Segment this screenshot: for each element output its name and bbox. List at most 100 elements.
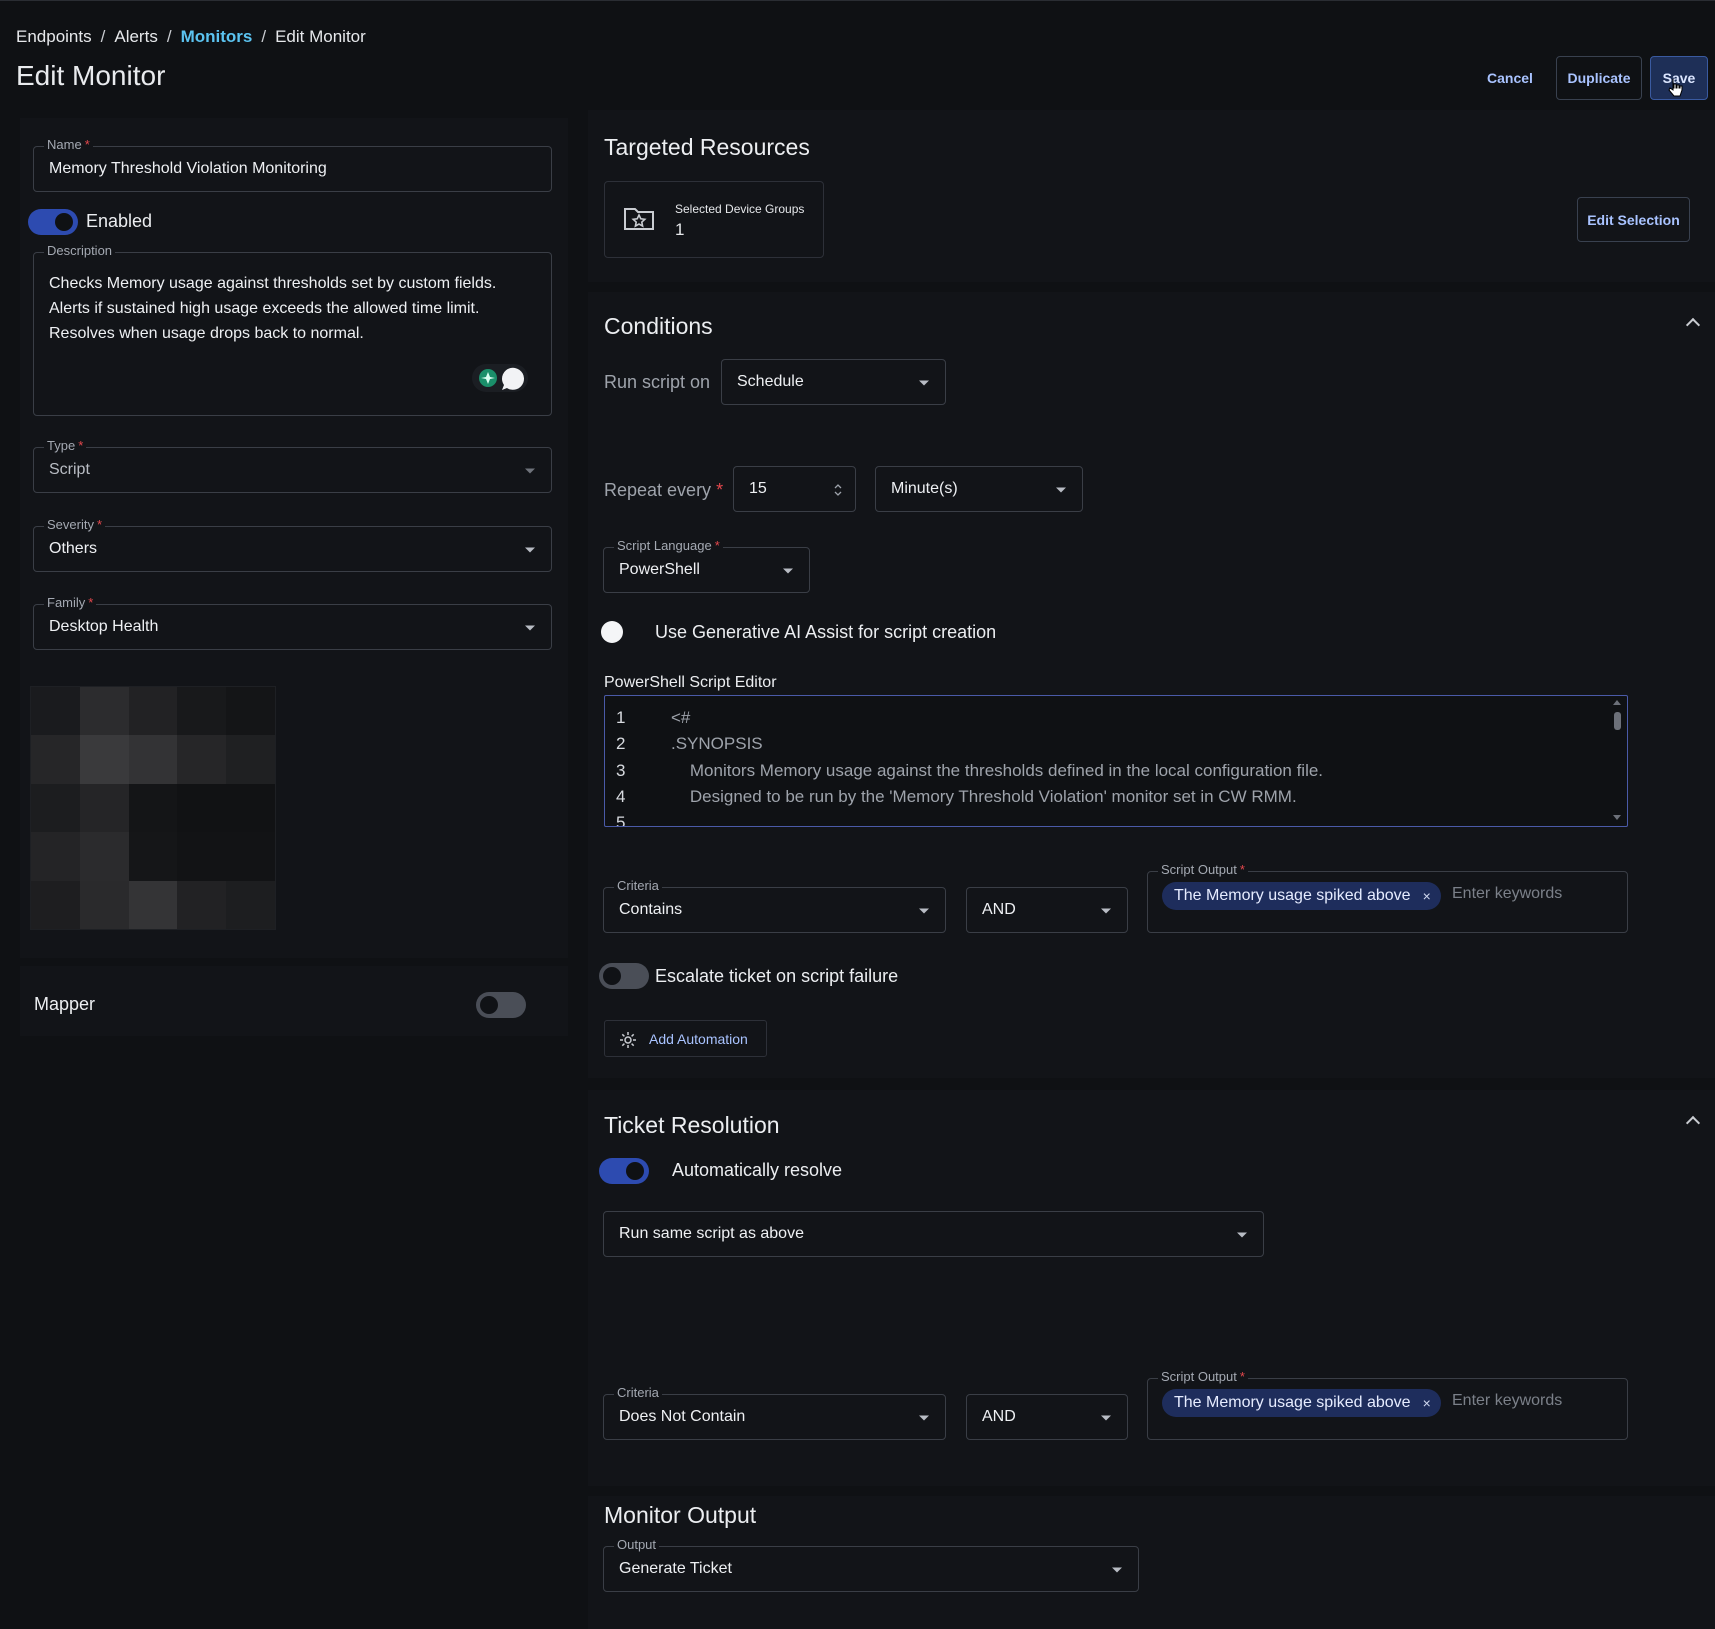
breadcrumb-separator: / bbox=[166, 27, 172, 46]
keywords-placeholder[interactable]: Enter keywords bbox=[1452, 885, 1562, 903]
type-select[interactable]: Type * Script bbox=[33, 438, 552, 493]
run-script-on-select[interactable]: Schedule bbox=[721, 359, 946, 405]
description-field[interactable]: Description Checks Memory usage against … bbox=[33, 243, 552, 416]
enabled-label: Enabled bbox=[86, 211, 153, 231]
ai-assist-label: Use Generative AI Assist for script crea… bbox=[655, 622, 997, 642]
chevron-down-icon bbox=[919, 908, 929, 914]
run-script-on-label: Run script on bbox=[604, 372, 711, 392]
chevron-down-icon bbox=[1112, 1567, 1122, 1573]
output-label: Output bbox=[614, 1537, 660, 1552]
name-value: Memory Threshold Violation Monitoring bbox=[49, 160, 327, 177]
resolution-operator-select[interactable]: AND bbox=[966, 1394, 1128, 1440]
device-groups-card: Selected Device Groups 1 bbox=[604, 181, 824, 258]
breadcrumb-edit-monitor: Edit Monitor bbox=[275, 27, 366, 46]
ai-assistant-icon[interactable] bbox=[472, 363, 530, 393]
name-field[interactable]: Name * Memory Threshold Violation Monitor… bbox=[33, 137, 552, 192]
family-select[interactable]: Family * Desktop Health bbox=[33, 595, 552, 650]
type-label: Type * bbox=[44, 438, 87, 453]
auto-resolve-toggle[interactable] bbox=[599, 1158, 649, 1184]
chevron-down-icon bbox=[1056, 487, 1066, 493]
breadcrumb: Endpoints / Alerts / Monitors / Edit Mon… bbox=[16, 27, 366, 47]
enabled-toggle[interactable] bbox=[28, 209, 78, 235]
device-groups-count: 1 bbox=[675, 220, 685, 239]
family-label: Family * bbox=[44, 595, 97, 610]
ticket-resolution-title: Ticket Resolution bbox=[604, 1112, 780, 1138]
description-text: Checks Memory usage against thresholds s… bbox=[49, 275, 497, 342]
escalate-label: Escalate ticket on script failure bbox=[655, 966, 899, 986]
escalate-toggle[interactable] bbox=[599, 963, 649, 989]
breadcrumb-monitors[interactable]: Monitors bbox=[181, 27, 253, 47]
chevron-down-icon bbox=[525, 625, 535, 631]
repeat-interval-value: 15 bbox=[749, 480, 767, 497]
script-language-label: Script Language * bbox=[614, 538, 723, 553]
mouse-cursor-icon bbox=[1668, 79, 1683, 97]
chevron-down-icon bbox=[783, 568, 793, 574]
resolution-script-output-field[interactable]: Script Output * The Memory usage spiked a… bbox=[1147, 1369, 1628, 1440]
family-value: Desktop Health bbox=[49, 618, 159, 635]
breadcrumb-endpoints[interactable]: Endpoints bbox=[16, 27, 92, 47]
resolve-script-select[interactable]: Run same script as above bbox=[603, 1211, 1264, 1257]
script-language-value: PowerShell bbox=[619, 561, 700, 578]
add-automation-button[interactable]: Add Automation bbox=[604, 1020, 767, 1057]
chevron-down-icon bbox=[1237, 1232, 1247, 1238]
severity-value: Others bbox=[49, 540, 98, 557]
cancel-button[interactable]: Cancel bbox=[1470, 56, 1550, 100]
redacted-image bbox=[30, 686, 276, 930]
page-title: Edit Monitor bbox=[16, 60, 166, 91]
edit-selection-button[interactable]: Edit Selection bbox=[1577, 197, 1690, 242]
targeted-resources-title: Targeted Resources bbox=[604, 134, 810, 160]
chevron-down-icon bbox=[919, 380, 929, 386]
criteria-label: Criteria bbox=[614, 1385, 662, 1400]
breadcrumb-separator: / bbox=[100, 27, 106, 46]
keyword-chip: The Memory usage spiked above × bbox=[1162, 882, 1441, 910]
operator-value: AND bbox=[982, 901, 1016, 918]
criteria-value: Contains bbox=[619, 901, 683, 918]
chevron-down-icon bbox=[919, 1415, 929, 1421]
folder-star-icon bbox=[624, 208, 654, 230]
name-label: Name * bbox=[44, 137, 93, 152]
criteria-select[interactable]: Criteria Contains bbox=[603, 878, 946, 933]
chevron-down-icon bbox=[525, 468, 535, 474]
script-editor-label: PowerShell Script Editor bbox=[604, 674, 777, 691]
conditions-title: Conditions bbox=[604, 313, 713, 339]
criteria-value: Does Not Contain bbox=[619, 1408, 746, 1425]
ai-assist-radio[interactable] bbox=[601, 621, 623, 643]
top-border bbox=[0, 0, 1715, 1]
editor-scrollbar[interactable] bbox=[1613, 700, 1621, 820]
run-script-on-value: Schedule bbox=[737, 373, 804, 390]
resolution-criteria-select[interactable]: Criteria Does Not Contain bbox=[603, 1385, 946, 1440]
add-automation-label: Add Automation bbox=[649, 1031, 748, 1047]
description-label: Description bbox=[44, 243, 116, 258]
stepper-arrows-icon[interactable] bbox=[833, 482, 843, 498]
mapper-label: Mapper bbox=[34, 994, 96, 1014]
keyword-chip: The Memory usage spiked above × bbox=[1162, 1389, 1441, 1417]
breadcrumb-separator: / bbox=[261, 27, 267, 46]
script-language-select[interactable]: Script Language * PowerShell bbox=[603, 538, 810, 593]
keywords-placeholder[interactable]: Enter keywords bbox=[1452, 1392, 1562, 1410]
remove-chip-icon[interactable]: × bbox=[1423, 1395, 1431, 1411]
chevron-down-icon bbox=[1101, 908, 1111, 914]
repeat-unit-value: Minute(s) bbox=[891, 480, 958, 497]
auto-resolve-label: Automatically resolve bbox=[672, 1160, 843, 1180]
repeat-interval-stepper[interactable]: 15 bbox=[733, 466, 856, 512]
operator-select[interactable]: AND bbox=[966, 887, 1128, 933]
script-output-label: Script Output * bbox=[1158, 862, 1248, 877]
chevron-down-icon bbox=[525, 547, 535, 553]
script-output-field[interactable]: Script Output * The Memory usage spiked a… bbox=[1147, 862, 1628, 933]
output-value: Generate Ticket bbox=[619, 1560, 732, 1577]
type-value: Script bbox=[49, 461, 90, 478]
script-output-label: Script Output * bbox=[1158, 1369, 1248, 1384]
output-select[interactable]: Output Generate Ticket bbox=[603, 1537, 1139, 1592]
repeat-every-label: Repeat every * bbox=[604, 480, 724, 500]
remove-chip-icon[interactable]: × bbox=[1423, 888, 1431, 904]
mapper-toggle[interactable] bbox=[476, 992, 526, 1018]
duplicate-button[interactable]: Duplicate bbox=[1556, 56, 1642, 100]
criteria-label: Criteria bbox=[614, 878, 662, 893]
breadcrumb-alerts[interactable]: Alerts bbox=[114, 27, 157, 47]
resolve-script-value: Run same script as above bbox=[619, 1225, 804, 1242]
severity-select[interactable]: Severity * Others bbox=[33, 517, 552, 572]
automation-gear-icon bbox=[620, 1032, 636, 1048]
powershell-script-editor[interactable]: 1 <# 2 .SYNOPSIS 3 Monitors Memory usage a… bbox=[604, 695, 1628, 827]
repeat-unit-select[interactable]: Minute(s) bbox=[875, 466, 1083, 512]
operator-value: AND bbox=[982, 1408, 1016, 1425]
